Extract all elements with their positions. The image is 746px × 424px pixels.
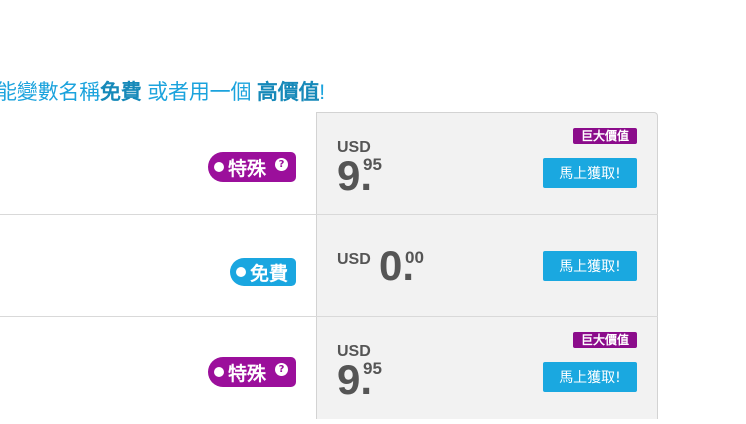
bullet-icon xyxy=(235,267,246,277)
tag-cell: 特殊 ? xyxy=(0,112,316,214)
table-row: 免費 USD 0. 00 馬上獲取! xyxy=(0,214,658,317)
best-value-badge: 巨大價值 xyxy=(572,332,637,348)
price-cell: USD 9. 95 巨大價值 馬上獲取! xyxy=(316,317,658,419)
table-row: 特殊 ? USD 9. 95 巨大價值 馬上獲取! xyxy=(0,316,658,419)
bullet-icon xyxy=(213,162,224,172)
heading-value-word: 高價值 xyxy=(256,81,320,104)
tag-label: 免費 xyxy=(249,262,288,285)
price-cell: USD 9. 95 巨大價值 馬上獲取! xyxy=(316,112,658,215)
page-heading: 能變數名稱免費 或者用一個 高價值! xyxy=(0,76,325,106)
tag-label: 特殊 xyxy=(227,157,266,180)
price-decimal: 95 xyxy=(363,155,382,174)
get-now-button[interactable]: 馬上獲取! xyxy=(543,362,637,392)
price-decimal: 95 xyxy=(363,359,382,378)
tag-cell: 免費 xyxy=(0,215,316,317)
price-cell: USD 0. 00 馬上獲取! xyxy=(316,215,658,317)
heading-prefix: 能變數名稱 xyxy=(0,81,100,104)
currency-label: USD xyxy=(337,251,371,268)
best-value-badge: 巨大價值 xyxy=(572,128,637,144)
get-now-button[interactable]: 馬上獲取! xyxy=(543,251,637,281)
price-decimal: 00 xyxy=(405,248,424,267)
bullet-icon xyxy=(213,367,224,377)
special-tag: 特殊 ? xyxy=(207,152,296,182)
help-icon[interactable]: ? xyxy=(275,362,288,376)
heading-middle: 或者用一個 xyxy=(141,81,257,104)
tag-label: 特殊 xyxy=(227,362,266,385)
help-icon[interactable]: ? xyxy=(275,157,288,171)
special-tag: 特殊 ? xyxy=(207,357,296,387)
heading-suffix: ! xyxy=(319,81,325,104)
get-now-button[interactable]: 馬上獲取! xyxy=(543,158,637,188)
heading-free-word: 免費 xyxy=(100,81,142,104)
table-row: 特殊 ? USD 9. 95 巨大價值 馬上獲取! xyxy=(0,112,658,215)
pricing-table: 特殊 ? USD 9. 95 巨大價值 馬上獲取! 免費 USD 0. 00 馬… xyxy=(0,112,658,424)
free-tag: 免費 xyxy=(229,258,296,286)
tag-cell: 特殊 ? xyxy=(0,317,316,419)
